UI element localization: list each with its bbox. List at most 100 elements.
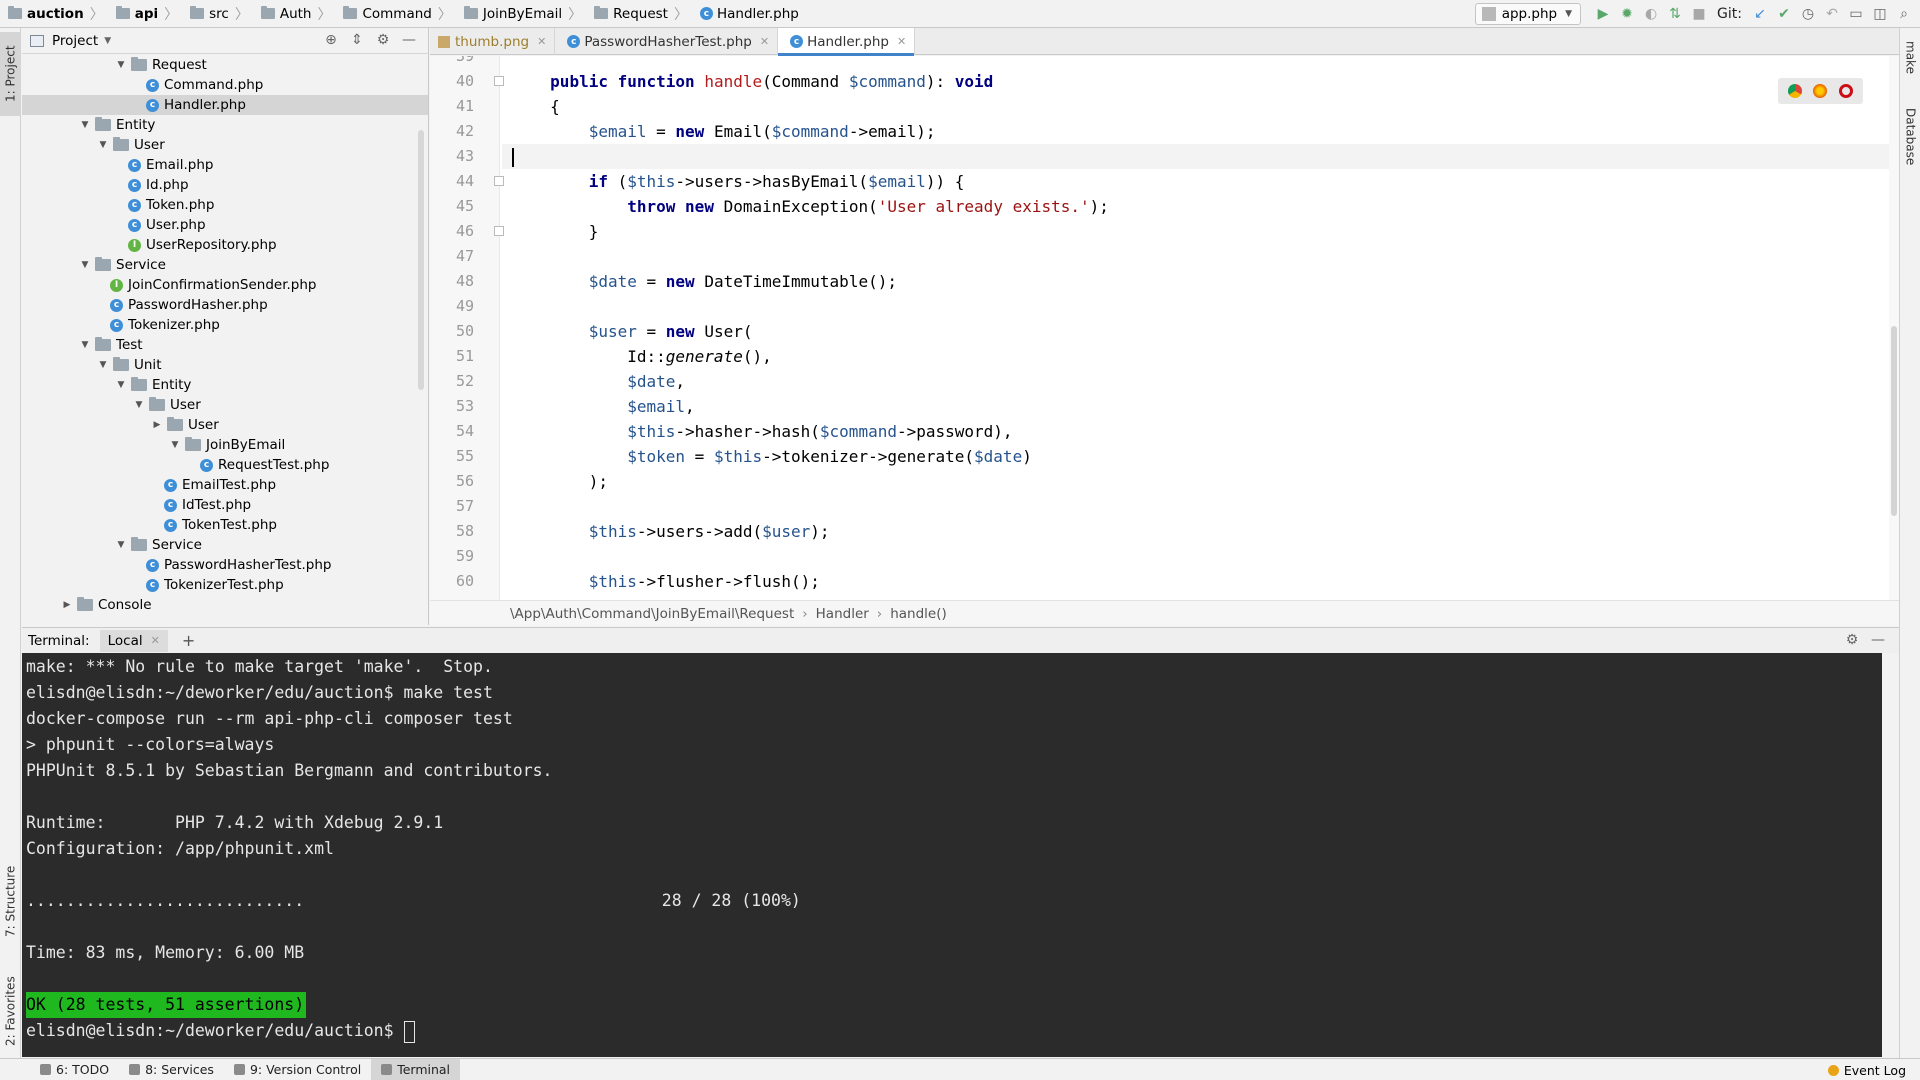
tree-file[interactable]: c Token.php [22,195,428,215]
profile-icon[interactable]: ⇅ [1663,3,1687,25]
chevron-right-icon[interactable]: ▶ [152,420,162,430]
code-line[interactable]: ); [502,469,1899,494]
terminal-output[interactable]: make: *** No rule to make target 'make'.… [22,653,1882,1057]
git-commit-icon[interactable]: ✔ [1772,3,1796,25]
stop-icon[interactable]: ■ [1687,3,1711,25]
crumb-handler[interactable]: c Handler.php [692,0,803,28]
tree-folder[interactable]: ▼ User [22,135,428,155]
code-line[interactable]: $token = $this->tokenizer->generate($dat… [502,444,1899,469]
code-line[interactable] [502,294,1899,319]
layout-icon[interactable]: ◫ [1868,3,1892,25]
tree-file[interactable]: I JoinConfirmationSender.php [22,275,428,295]
chevron-down-icon[interactable]: ▼ [80,260,90,270]
tree-file[interactable]: c Id.php [22,175,428,195]
breadcrumb-namespace[interactable]: \App\Auth\Command\JoinByEmail\Request [510,606,794,622]
search-icon[interactable]: ⌕ [1892,3,1916,25]
code-line[interactable]: if ($this->users->hasByEmail($email)) { [502,169,1899,194]
chevron-down-icon[interactable]: ▼ [80,340,90,350]
chevron-down-icon[interactable]: ▼ [98,140,108,150]
chevron-down-icon[interactable]: ▼ [116,60,126,70]
gear-icon[interactable]: ⚙ [1839,632,1865,648]
close-icon[interactable]: ✕ [897,35,906,48]
chevron-down-icon[interactable]: ▼ [104,36,111,46]
terminal-tab-local[interactable]: Local ✕ [99,629,168,652]
tree-folder[interactable]: ▼ Service [22,535,428,555]
project-view-select[interactable]: Project [52,33,98,49]
version-control-button[interactable]: 9: Version Control [224,1059,371,1080]
code-line[interactable]: $email, [502,394,1899,419]
todo-button[interactable]: 6: TODO [30,1059,119,1080]
tree-folder[interactable]: ▼ Unit [22,355,428,375]
code-line[interactable]: } [502,219,1899,244]
chevron-right-icon[interactable]: ▶ [62,600,72,610]
tree-file[interactable]: c TokenTest.php [22,515,428,535]
code-line[interactable]: $user = new User( [502,319,1899,344]
project-scrollbar[interactable] [418,130,424,390]
tree-file[interactable]: c PasswordHasher.php [22,295,428,315]
run-icon[interactable]: ▶ [1591,3,1615,25]
tree-file[interactable]: c Handler.php [22,95,428,115]
tree-file[interactable]: c User.php [22,215,428,235]
tree-file[interactable]: c TokenizerTest.php [22,575,428,595]
tree-file[interactable]: c EmailTest.php [22,475,428,495]
tree-file[interactable]: c IdTest.php [22,495,428,515]
code-line[interactable] [502,56,1899,69]
breadcrumb-class[interactable]: Handler [816,606,869,622]
chevron-down-icon[interactable]: ▼ [116,540,126,550]
tab-make[interactable]: make [1900,32,1920,82]
code-line[interactable] [502,144,1899,169]
tab-favorites[interactable]: 2: Favorites [0,968,21,1054]
minimize-icon[interactable]: — [1865,632,1891,648]
code-line[interactable]: $this->users->add($user); [502,519,1899,544]
tree-folder[interactable]: ▼ Entity [22,375,428,395]
chevron-down-icon[interactable]: ▼ [80,120,90,130]
crumb-auth[interactable]: Auth 〉 [253,0,336,28]
run-config-select[interactable]: app.php ▼ [1474,3,1582,25]
editor-scrollbar[interactable] [1889,56,1899,600]
new-terminal-button[interactable]: + [182,631,195,650]
code-line[interactable]: throw new DomainException('User already … [502,194,1899,219]
chrome-icon[interactable] [1787,84,1802,98]
services-button[interactable]: 8: Services [119,1059,224,1080]
coverage-icon[interactable]: ◐ [1639,3,1663,25]
tab-project[interactable]: 1: Project [0,32,21,116]
close-icon[interactable]: ✕ [537,35,546,48]
scrollbar-thumb[interactable] [1891,326,1897,516]
code-line[interactable]: $this->hasher->hash($command->password), [502,419,1899,444]
git-history-icon[interactable]: ◷ [1796,3,1820,25]
chevron-down-icon[interactable]: ▼ [98,360,108,370]
git-update-icon[interactable]: ↙ [1748,3,1772,25]
tab-structure[interactable]: 7: Structure [0,858,21,944]
tree-file[interactable]: c PasswordHasherTest.php [22,555,428,575]
chevron-down-icon[interactable]: ▼ [134,400,144,410]
locate-icon[interactable]: ⊕ [318,32,344,48]
terminal-button[interactable]: Terminal [371,1058,461,1080]
tree-file[interactable]: c RequestTest.php [22,455,428,475]
crumb-auction[interactable]: auction 〉 [0,0,108,28]
code-line[interactable]: $email = new Email($command->email); [502,119,1899,144]
code-line[interactable]: Id::generate(), [502,344,1899,369]
code-editor[interactable]: 39 40 41 42 43 44 45 46 47 48 49 50 51 52 53 54 55 56 57 58… [430,56,1899,600]
tab-thumb-png[interactable]: thumb.png ✕ [430,28,556,55]
code-line[interactable]: { [502,94,1899,119]
tree-file[interactable]: c Email.php [22,155,428,175]
gear-icon[interactable]: ⚙ [370,32,396,48]
tab-handler[interactable]: c Handler.php ✕ [778,28,916,56]
opera-icon[interactable] [1839,84,1854,98]
tree-folder[interactable]: ▼ Entity [22,115,428,135]
crumb-request[interactable]: Request 〉 [586,0,692,28]
tree-folder[interactable]: ▶ User [22,415,428,435]
chevron-down-icon[interactable]: ▼ [116,380,126,390]
git-revert-icon[interactable]: ↶ [1820,3,1844,25]
terminal-scrollbar[interactable] [1882,653,1899,1057]
firefox-icon[interactable] [1813,84,1828,98]
breadcrumb-method[interactable]: handle() [890,606,947,622]
tree-folder[interactable]: ▼ Service [22,255,428,275]
crumb-command[interactable]: Command 〉 [335,0,455,28]
crumb-joinbyemail[interactable]: JoinByEmail 〉 [456,0,586,28]
tree-folder[interactable]: ▼ User [22,395,428,415]
code-line[interactable] [502,544,1899,569]
tree-folder[interactable]: ▶ Console [22,595,428,615]
close-icon[interactable]: ✕ [151,634,160,647]
chevron-down-icon[interactable]: ▼ [170,440,180,450]
